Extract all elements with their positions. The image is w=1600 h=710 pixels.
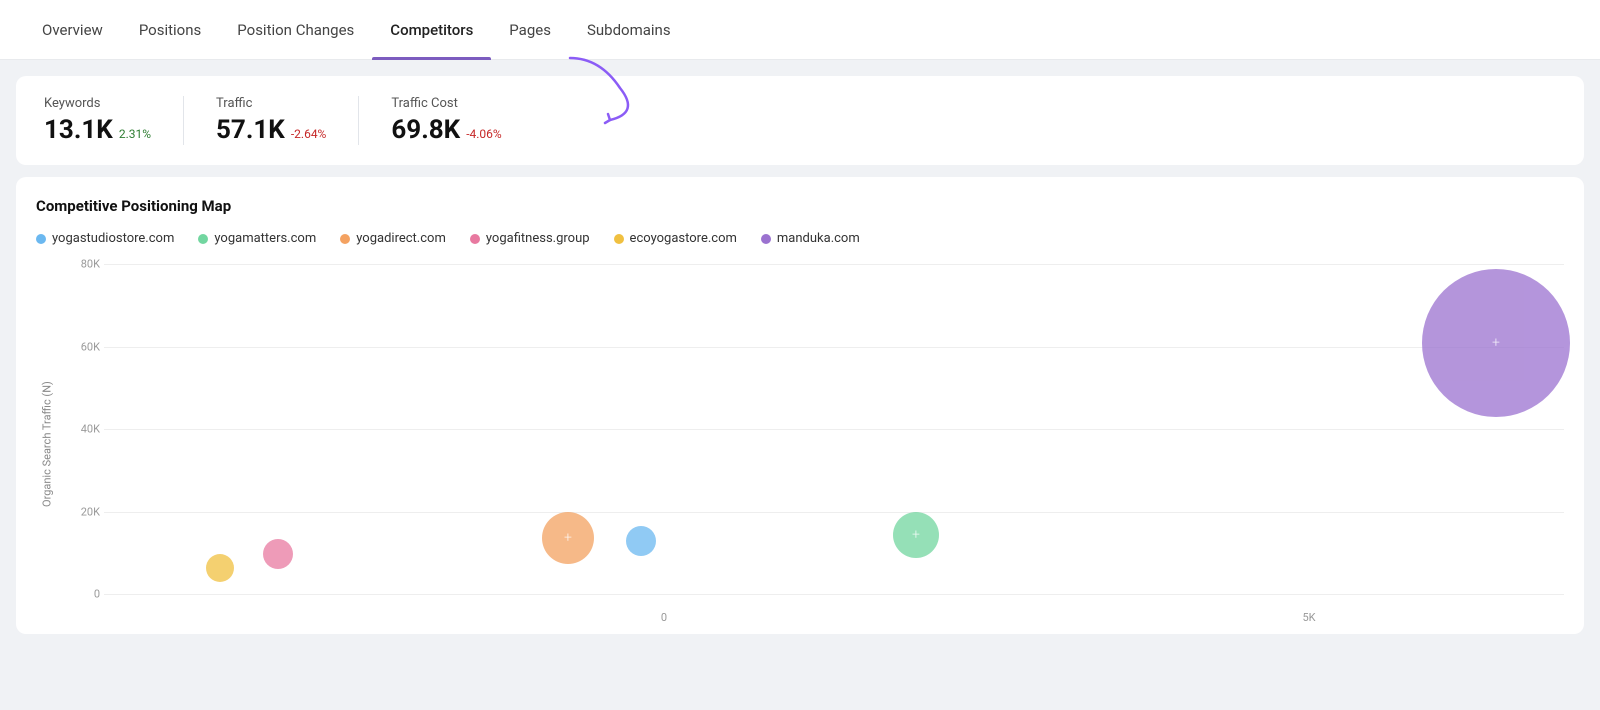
- keywords-change: 2.31%: [119, 127, 151, 141]
- bubble-yogafitness-group[interactable]: [263, 539, 293, 569]
- traffic-change: -2.64%: [291, 127, 327, 141]
- y-tick-label: 40K: [64, 423, 100, 436]
- bubble-yogastudiostore-com[interactable]: [626, 526, 656, 556]
- navigation: Overview Positions Position Changes Comp…: [0, 0, 1600, 60]
- keywords-label: Keywords: [44, 96, 151, 111]
- legend-dot: [470, 234, 480, 244]
- legend-label: ecoyogastore.com: [630, 231, 737, 246]
- traffic-cost-value: 69.8K: [391, 115, 460, 145]
- nav-positions[interactable]: Positions: [121, 0, 219, 60]
- bubble-yogamatters-com[interactable]: +: [893, 512, 939, 558]
- nav-competitors[interactable]: Competitors: [372, 0, 491, 60]
- legend-label: yogastudiostore.com: [52, 231, 174, 246]
- legend-dot: [614, 234, 624, 244]
- chart-area: Organic Search Traffic (N) 80K60K40K20K0…: [36, 264, 1564, 624]
- y-tick-label: 0: [64, 588, 100, 601]
- grid-line: [104, 512, 1564, 513]
- legend-dot: [340, 234, 350, 244]
- grid-line: [104, 264, 1564, 265]
- traffic-label: Traffic: [216, 96, 326, 111]
- y-tick-label: 80K: [64, 258, 100, 271]
- traffic-stat: Traffic 57.1K -2.64%: [216, 96, 359, 145]
- traffic-cost-stat: Traffic Cost 69.8K -4.06%: [391, 96, 533, 145]
- nav-overview[interactable]: Overview: [24, 0, 121, 60]
- legend-label: yogadirect.com: [356, 231, 446, 246]
- x-tick-label: 0: [661, 611, 667, 624]
- legend-item: yogadirect.com: [340, 231, 446, 246]
- x-tick-label: 5K: [1302, 611, 1315, 624]
- legend-item: yogastudiostore.com: [36, 231, 174, 246]
- map-title: Competitive Positioning Map: [36, 197, 1564, 215]
- legend-label: yogamatters.com: [214, 231, 316, 246]
- traffic-cost-label: Traffic Cost: [391, 96, 501, 111]
- bubble-ecoyogastore-com[interactable]: [206, 554, 234, 582]
- legend-label: yogafitness.group: [486, 231, 590, 246]
- nav-subdomains[interactable]: Subdomains: [569, 0, 689, 60]
- bubble-yogadirect-com[interactable]: +: [542, 512, 594, 564]
- bubble-plus-icon: +: [564, 530, 572, 546]
- chart-legend: yogastudiostore.com yogamatters.com yogadi…: [36, 231, 1564, 246]
- keywords-value: 13.1K: [44, 115, 113, 145]
- traffic-cost-change: -4.06%: [466, 127, 502, 141]
- legend-item: manduka.com: [761, 231, 860, 246]
- legend-dot: [36, 234, 46, 244]
- legend-item: ecoyogastore.com: [614, 231, 737, 246]
- legend-item: yogafitness.group: [470, 231, 590, 246]
- traffic-value: 57.1K: [216, 115, 285, 145]
- nav-pages[interactable]: Pages: [491, 0, 569, 60]
- legend-dot: [761, 234, 771, 244]
- y-tick-label: 20K: [64, 505, 100, 518]
- bubble-manduka-com[interactable]: +: [1422, 269, 1570, 417]
- y-axis-label: Organic Search Traffic (N): [36, 264, 58, 624]
- legend-item: yogamatters.com: [198, 231, 316, 246]
- y-tick-label: 60K: [64, 340, 100, 353]
- grid-line: [104, 429, 1564, 430]
- stats-card: Keywords 13.1K 2.31% Traffic 57.1K -2.64…: [16, 76, 1584, 165]
- bubble-plus-icon: +: [1492, 335, 1500, 351]
- chart-inner: 80K60K40K20K005K10K+++: [64, 264, 1564, 624]
- bubble-plus-icon: +: [912, 527, 920, 543]
- nav-position-changes[interactable]: Position Changes: [219, 0, 372, 60]
- legend-label: manduka.com: [777, 231, 860, 246]
- grid-line: [104, 594, 1564, 595]
- grid-line: [104, 347, 1564, 348]
- legend-dot: [198, 234, 208, 244]
- competitive-positioning-map-card: Competitive Positioning Map yogastudiost…: [16, 177, 1584, 634]
- keywords-stat: Keywords 13.1K 2.31%: [44, 96, 184, 145]
